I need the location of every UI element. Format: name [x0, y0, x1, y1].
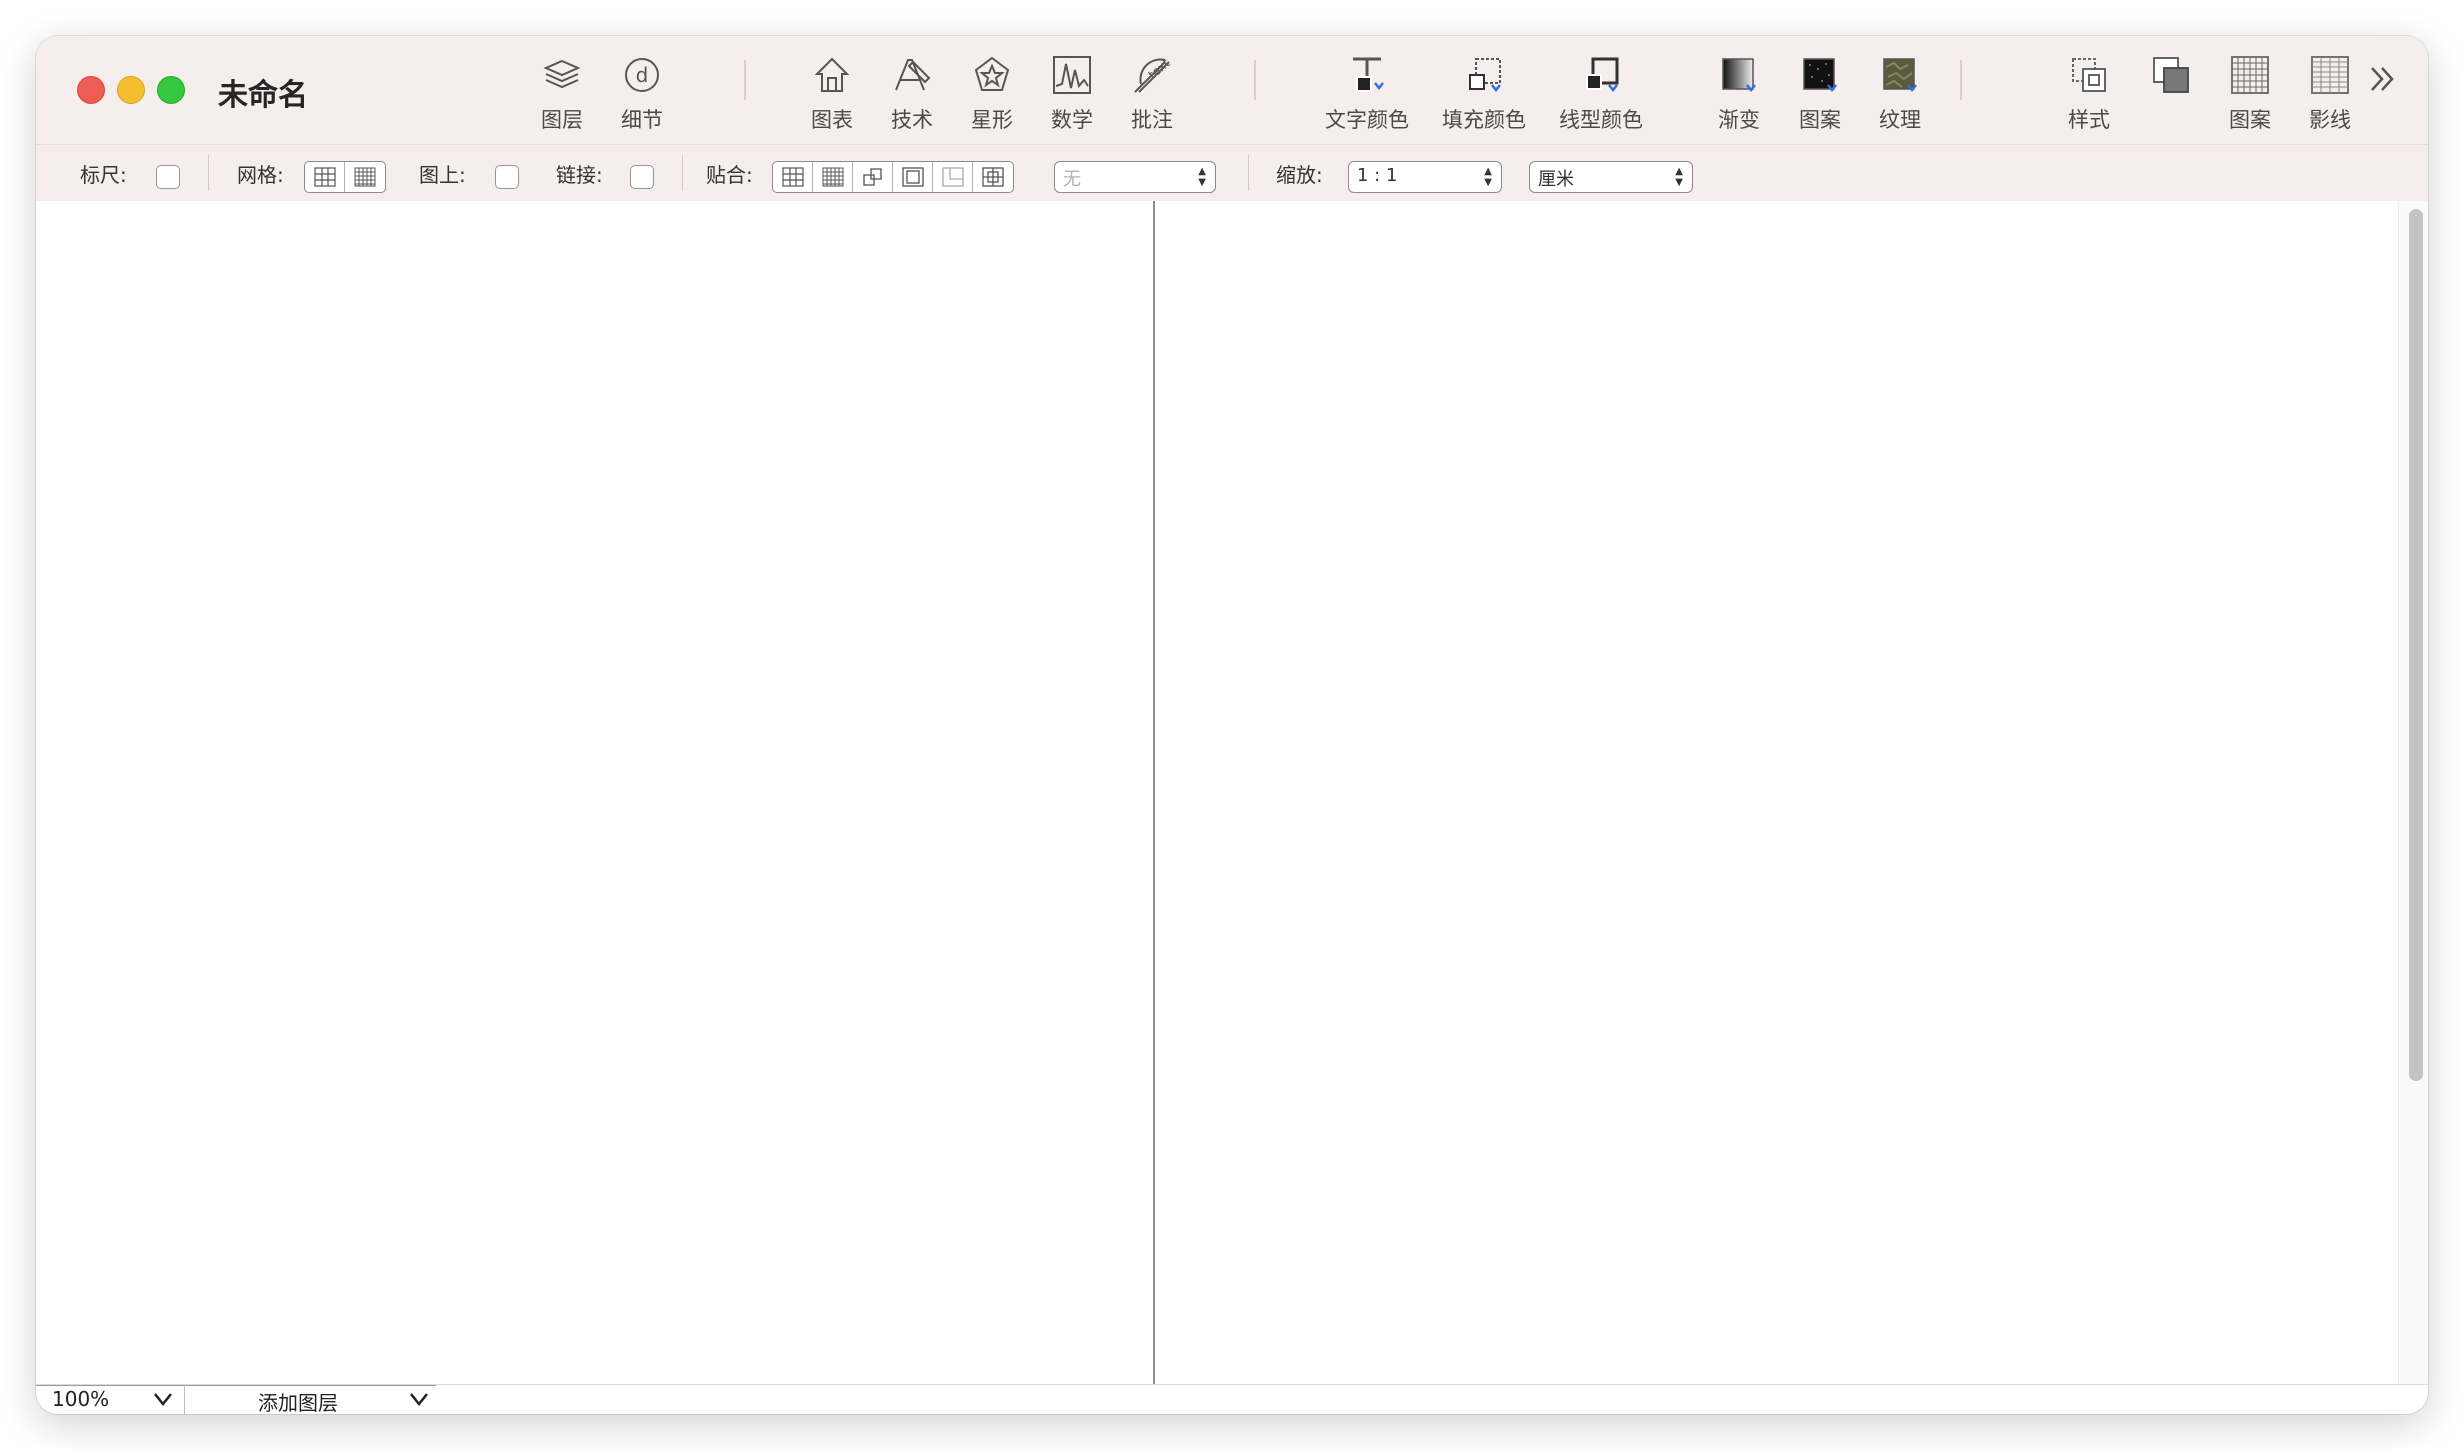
- grid-coarse-button[interactable]: [305, 162, 345, 192]
- toolbar-annotation-button[interactable]: text 批注: [1131, 52, 1173, 134]
- toolbar-separator: [1254, 60, 1256, 100]
- window-title: 未命名: [218, 78, 308, 113]
- waveform-icon: [1051, 52, 1093, 98]
- snap-point-icon: [941, 167, 964, 187]
- toolbar-grid-pattern-button[interactable]: 图案: [2228, 52, 2272, 134]
- updown-arrows-icon: ▲ ▼: [1675, 166, 1683, 188]
- stroke-color-icon: [1579, 52, 1623, 98]
- snap-frame-icon: [901, 167, 924, 187]
- updown-arrows-icon: ▲ ▼: [1198, 166, 1206, 188]
- grid-fine-icon: [822, 167, 843, 187]
- toolbar-text-color-button[interactable]: 文字颜色: [1325, 52, 1409, 134]
- drawing-canvas[interactable]: [36, 201, 2428, 1414]
- snap-fine-grid-button[interactable]: [813, 162, 853, 192]
- app-window: 未命名 图层 d 细节 图表 技术 星形 数学 text 批注 文字颜色 填充颜…: [36, 36, 2428, 1414]
- grid-coarse-icon: [781, 167, 804, 187]
- minimize-button[interactable]: [117, 76, 145, 104]
- page-boundary-line: [1153, 201, 1155, 1393]
- close-button[interactable]: [77, 76, 105, 104]
- snap-mode-popup[interactable]: 无 ▲ ▼: [1054, 161, 1216, 193]
- text-annotation-icon: text: [1131, 52, 1173, 98]
- snap-segmented-control: [772, 161, 1014, 193]
- toolbar-fill-color-button[interactable]: 填充颜色: [1442, 52, 1526, 134]
- compass-ruler-icon: [891, 52, 933, 98]
- scale-popup[interactable]: 1 : 1 ▲ ▼: [1348, 161, 1502, 193]
- status-bar: 100% 添加图层: [36, 1384, 2428, 1414]
- house-shape-icon: [811, 52, 853, 98]
- toolbar-hatch-button[interactable]: 影线: [2308, 52, 2352, 134]
- zoom-button[interactable]: [157, 76, 185, 104]
- toolbar-stroke-color-button[interactable]: 线型颜色: [1559, 52, 1643, 134]
- detail-icon: d: [622, 52, 662, 98]
- chevron-down-icon[interactable]: [152, 1389, 174, 1409]
- grid-fine-icon: [354, 167, 376, 187]
- layers-icon: [542, 52, 582, 98]
- snap-center-button[interactable]: [973, 162, 1013, 192]
- snap-grid-button[interactable]: [773, 162, 813, 192]
- style-icon: [2067, 52, 2111, 98]
- svg-text:d: d: [636, 63, 649, 87]
- grid-label: 网格:: [237, 163, 284, 187]
- link-checkbox[interactable]: [630, 165, 654, 189]
- status-rule: [36, 1385, 436, 1386]
- toolbar-detail-button[interactable]: d 细节: [621, 52, 663, 134]
- fill-color-icon: [1462, 52, 1506, 98]
- scale-label: 缩放:: [1276, 163, 1323, 187]
- toolbar-separator: [744, 60, 746, 100]
- snap-mode-value: 无: [1063, 169, 1081, 190]
- snap-label: 贴合:: [706, 163, 753, 187]
- ruler-label: 标尺:: [80, 163, 127, 187]
- options-separator: [1248, 155, 1249, 191]
- updown-arrows-icon: ▲ ▼: [1484, 166, 1492, 188]
- on-top-checkbox[interactable]: [495, 165, 519, 189]
- toolbar-overflow-button[interactable]: [2366, 62, 2398, 100]
- options-separator: [208, 155, 209, 191]
- unit-value: 厘米: [1538, 169, 1574, 190]
- on-top-label: 图上:: [419, 163, 466, 187]
- chevron-down-icon[interactable]: [408, 1389, 430, 1409]
- toolbar-layers-button[interactable]: 图层: [541, 52, 583, 134]
- snap-object-icon: [862, 168, 882, 186]
- grid-fine-button[interactable]: [345, 162, 385, 192]
- toolbar-style-button[interactable]: 样式: [2067, 52, 2111, 134]
- hatch-icon: [2308, 52, 2352, 98]
- link-label: 链接:: [556, 163, 603, 187]
- toolbar-pattern-fill-button[interactable]: 图案: [1798, 52, 1842, 134]
- toolbar-technical-button[interactable]: 技术: [891, 52, 933, 134]
- grid-segmented-control: [304, 161, 386, 193]
- add-layer-button[interactable]: 添加图层: [258, 1387, 338, 1414]
- ruler-checkbox[interactable]: [156, 165, 180, 189]
- toolbar-gradient-button[interactable]: 渐变: [1717, 52, 1761, 134]
- texture-icon: [1878, 52, 1922, 98]
- status-divider: [184, 1385, 185, 1414]
- pattern-fill-icon: [1798, 52, 1842, 98]
- zoom-level[interactable]: 100%: [52, 1387, 109, 1411]
- toolbar-star-button[interactable]: 星形: [971, 52, 1013, 134]
- snap-object-button[interactable]: [853, 162, 893, 192]
- gradient-icon: [1717, 52, 1761, 98]
- snap-center-icon: [982, 167, 1004, 187]
- options-separator: [682, 155, 683, 191]
- vertical-scrollbar[interactable]: [2398, 201, 2428, 1393]
- unit-popup[interactable]: 厘米 ▲ ▼: [1529, 161, 1693, 193]
- double-chevron-right-icon: [2371, 67, 2394, 91]
- text-color-icon: [1345, 52, 1389, 98]
- star-icon: [971, 52, 1013, 98]
- grid-coarse-icon: [313, 167, 336, 187]
- snap-point-button[interactable]: [933, 162, 973, 192]
- toolbar-texture-button[interactable]: 纹理: [1878, 52, 1922, 134]
- toolbar-charts-button[interactable]: 图表: [811, 52, 853, 134]
- titlebar: 未命名 图层 d 细节 图表 技术 星形 数学 text 批注 文字颜色 填充颜…: [36, 36, 2428, 144]
- toolbar-stack-button[interactable]: [2149, 52, 2193, 134]
- toolbar-separator: [1960, 60, 1962, 100]
- scale-value: 1 : 1: [1357, 165, 1398, 186]
- stack-icon: [2149, 52, 2193, 98]
- scrollbar-thumb[interactable]: [2409, 209, 2423, 1081]
- snap-frame-button[interactable]: [893, 162, 933, 192]
- options-bar: 标尺: 网格: 图上: 链接: 贴合: 无 ▲ ▼ 缩放: 1: 1 ▲ ▼ …: [36, 144, 2428, 202]
- grid-pattern-icon: [2228, 52, 2272, 98]
- toolbar-math-button[interactable]: 数学: [1051, 52, 1093, 134]
